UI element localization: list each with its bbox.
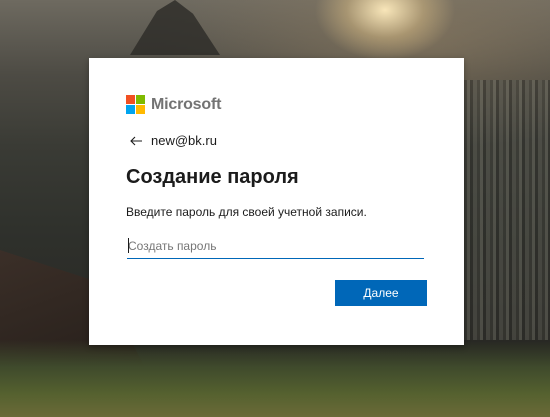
next-button[interactable]: Далее [335,280,427,306]
background-grass [0,340,550,417]
identity-email: new@bk.ru [151,133,217,148]
page-description: Введите пароль для своей учетной записи. [126,205,367,219]
arrow-left-icon[interactable] [129,134,143,148]
background-city [460,80,550,340]
microsoft-logo: Microsoft [126,95,221,114]
microsoft-logo-icon [126,95,145,114]
signup-card: Microsoft new@bk.ru Создание пароля Введ… [89,58,464,345]
identity-banner: new@bk.ru [129,133,217,148]
brand-name: Microsoft [151,95,222,113]
text-caret [128,238,129,253]
page-title: Создание пароля [126,166,299,188]
password-input[interactable] [127,233,424,259]
